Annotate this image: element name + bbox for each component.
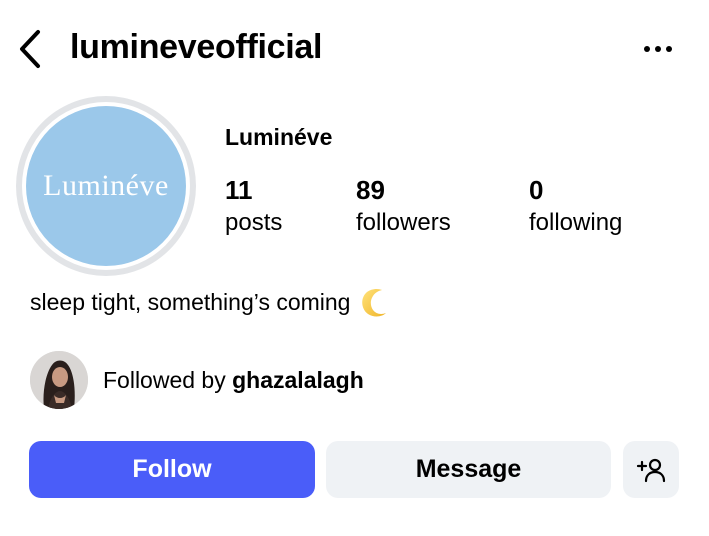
crescent-moon-icon bbox=[362, 288, 387, 317]
avatar-logo-text: Luminéve bbox=[43, 169, 169, 202]
add-person-icon bbox=[636, 458, 666, 482]
message-button[interactable]: Message bbox=[326, 441, 611, 498]
avatar-image: Luminéve bbox=[26, 106, 186, 266]
back-button[interactable] bbox=[10, 26, 50, 72]
stat-followers[interactable]: 89 followers bbox=[356, 174, 451, 240]
more-horizontal-icon bbox=[644, 46, 650, 52]
stat-posts-count: 11 bbox=[225, 175, 253, 205]
followed-by-prefix: Followed by bbox=[103, 366, 233, 393]
followed-by-text: Followed by ghazalalagh bbox=[103, 367, 364, 394]
profile-avatar[interactable]: Luminéve bbox=[16, 96, 196, 276]
profile-username: lumineveofficial bbox=[70, 28, 323, 66]
stat-following[interactable]: 0 following bbox=[529, 174, 622, 240]
followed-by-username[interactable]: ghazalalagh bbox=[232, 367, 364, 393]
profile-header: lumineveofficial bbox=[0, 0, 709, 100]
stat-following-label: following bbox=[529, 209, 623, 236]
stat-posts-label: posts bbox=[225, 209, 283, 236]
more-horizontal-icon-dot bbox=[666, 46, 672, 52]
display-name: Luminéve bbox=[225, 124, 333, 150]
follow-button[interactable]: Follow bbox=[29, 441, 315, 498]
chevron-left-icon bbox=[20, 30, 40, 68]
stat-followers-label: followers bbox=[356, 209, 451, 236]
avatar-border: Luminéve bbox=[22, 102, 190, 270]
stat-posts[interactable]: 11 posts bbox=[225, 174, 282, 240]
more-horizontal-icon-dot bbox=[655, 46, 661, 52]
stat-following-count: 0 bbox=[529, 175, 544, 205]
bio-text: sleep tight, something’s coming bbox=[30, 288, 351, 315]
mutual-follower-avatar bbox=[30, 351, 88, 409]
suggested-users-button[interactable] bbox=[623, 441, 679, 498]
profile-bio: sleep tight, something’s coming bbox=[30, 286, 390, 318]
followed-by-row[interactable]: Followed by ghazalalagh bbox=[30, 350, 364, 410]
stat-followers-count: 89 bbox=[356, 175, 385, 205]
more-options-button[interactable] bbox=[636, 34, 680, 64]
